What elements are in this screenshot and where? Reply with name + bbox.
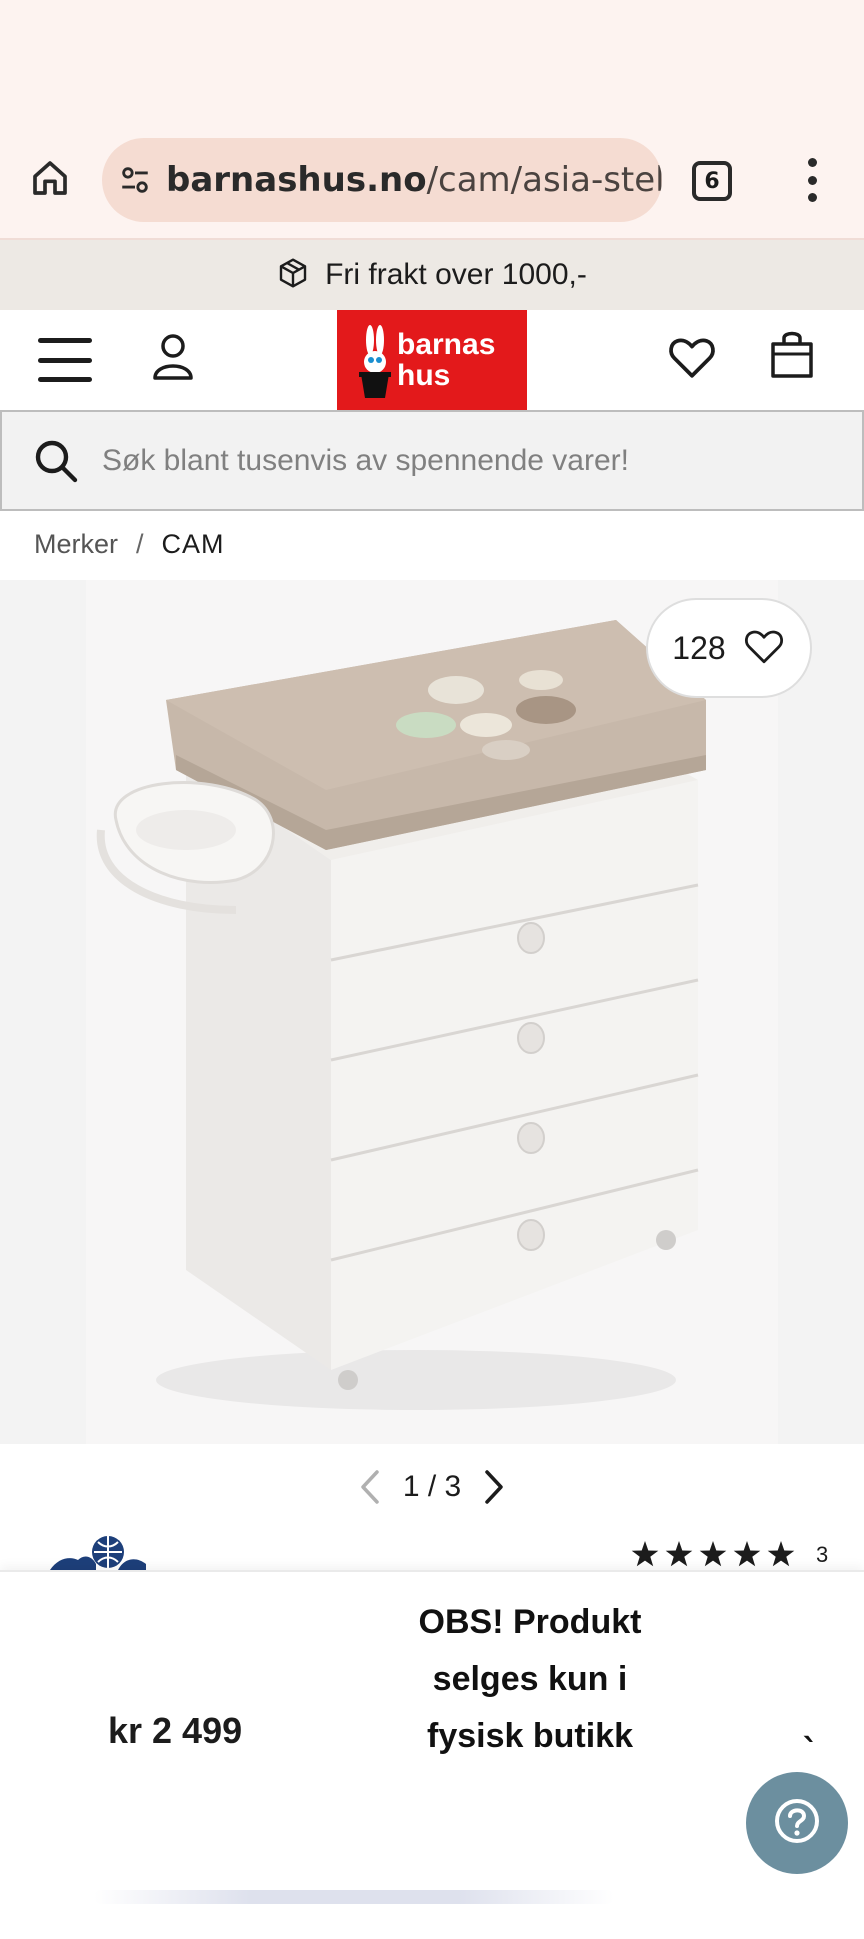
- shipping-banner: Fri frakt over 1000,-: [0, 240, 864, 310]
- breadcrumb-current[interactable]: CAM: [162, 529, 225, 560]
- url-text[interactable]: barnashus.no/cam/asia-stelle: [166, 160, 662, 200]
- address-bar[interactable]: barnashus.no/cam/asia-stelle: [102, 138, 662, 222]
- product-image[interactable]: [86, 580, 778, 1444]
- browser-toolbar: barnashus.no/cam/asia-stelle 6: [0, 0, 864, 240]
- product-rating[interactable]: 3: [630, 1540, 828, 1570]
- star-icon: [699, 1541, 727, 1567]
- account-icon[interactable]: [150, 332, 196, 382]
- product-gallery[interactable]: [0, 580, 864, 1444]
- url-path: /cam/asia-stelle: [426, 160, 662, 200]
- star-icon: [733, 1541, 761, 1567]
- faded-text-line: [94, 1890, 614, 1904]
- rating-count: 3: [816, 1542, 829, 1567]
- site-settings-icon[interactable]: [118, 160, 152, 200]
- site-logo[interactable]: barnas hus: [337, 310, 527, 410]
- breadcrumb-separator: /: [136, 528, 144, 559]
- like-count: 128: [672, 629, 726, 666]
- gallery-position: 1 / 3: [402, 1470, 462, 1503]
- bag-icon[interactable]: [768, 328, 816, 382]
- shipping-text: Fri frakt over 1000,-: [325, 258, 587, 291]
- help-button[interactable]: [746, 1772, 848, 1874]
- wishlist-like-button[interactable]: 128: [646, 598, 812, 698]
- url-domain: barnashus.no: [166, 160, 427, 200]
- star-icon: [767, 1541, 795, 1567]
- rating-stars-icon: [631, 1541, 795, 1567]
- heart-icon[interactable]: [666, 332, 718, 382]
- tab-count: 6: [704, 168, 720, 194]
- tabs-icon[interactable]: 6: [692, 161, 732, 201]
- site-header: barnas hus: [0, 310, 864, 410]
- menu-icon[interactable]: [38, 338, 92, 382]
- breadcrumb: Merker / CAM: [34, 524, 225, 564]
- search-icon[interactable]: [32, 437, 80, 485]
- breadcrumb-link-merker[interactable]: Merker: [34, 529, 118, 560]
- bunny-logo-icon: [337, 310, 397, 410]
- logo-text-line1: barnas: [397, 328, 496, 361]
- sticky-purchase-bar: kr 2 499 OBS! Produkt selges kun i fysis…: [0, 1570, 864, 1939]
- chevron-left-icon[interactable]: [355, 1467, 385, 1507]
- brand-logo[interactable]: [48, 1530, 148, 1570]
- question-icon: [773, 1797, 821, 1849]
- store-only-notice: OBS! Produkt selges kun i fysisk butikk: [418, 1603, 642, 1755]
- box-icon: [277, 257, 309, 293]
- tick-mark: `: [802, 1732, 819, 1772]
- chevron-right-icon[interactable]: [479, 1467, 509, 1507]
- star-icon: [631, 1541, 659, 1567]
- product-price: kr 2 499: [108, 1710, 243, 1751]
- star-icon: [665, 1541, 693, 1567]
- gallery-pager: 1 / 3: [0, 1462, 864, 1512]
- search-input[interactable]: [102, 443, 842, 478]
- more-vert-icon[interactable]: [800, 158, 824, 202]
- logo-text-line2: hus: [397, 359, 451, 392]
- home-icon[interactable]: [28, 156, 72, 200]
- heart-outline-icon: [742, 625, 786, 671]
- search-bar[interactable]: [0, 410, 864, 511]
